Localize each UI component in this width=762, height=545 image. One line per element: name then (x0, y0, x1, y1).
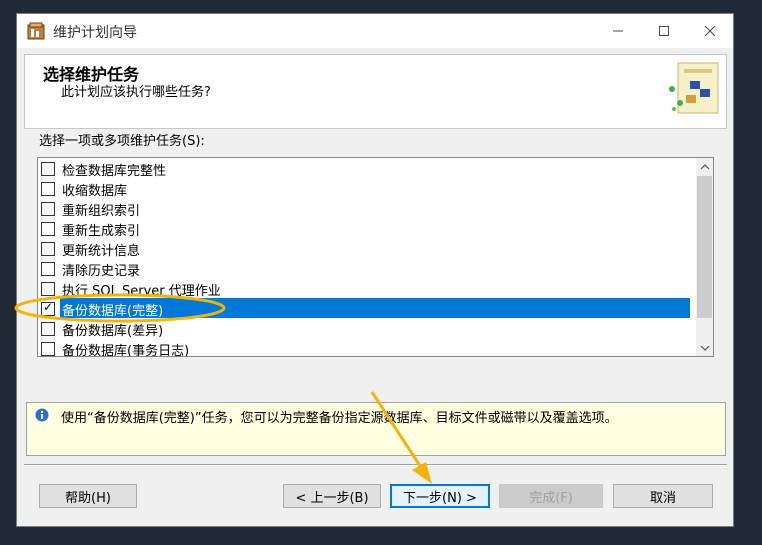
scroll-up-button[interactable] (696, 158, 713, 175)
help-button[interactable]: 帮助(H) (39, 484, 137, 508)
list-item-selected[interactable]: ✓ 备份数据库(完整) (38, 298, 690, 319)
list-item[interactable]: 执行 SQL Server 代理作业 (38, 278, 690, 299)
task-description-box: 使用“备份数据库(完整)”任务，您可以为完整备份指定源数据库、目标文件或磁带以及… (26, 402, 726, 456)
task-checkbox[interactable] (41, 162, 55, 176)
scroll-down-button[interactable] (696, 339, 713, 356)
task-checkbox[interactable] (41, 242, 55, 256)
minimize-button[interactable] (595, 14, 641, 48)
maximize-icon (659, 26, 669, 36)
list-item[interactable]: 收缩数据库 (38, 178, 690, 199)
list-item[interactable]: 备份数据库(差异) (38, 318, 690, 339)
minimize-icon (613, 30, 623, 32)
close-icon (704, 25, 716, 37)
finish-button[interactable]: 完成(F) (499, 484, 603, 508)
task-label: 备份数据库(事务日志) (62, 344, 190, 357)
task-listbox[interactable]: 检查数据库完整性 收缩数据库 重新组织索引 重新生成索引 更新统计信息 清除历史… (37, 157, 714, 357)
list-item[interactable]: 备份数据库(事务日志) (38, 338, 690, 357)
task-checkbox[interactable] (41, 182, 55, 196)
task-label: 检查数据库完整性 (62, 164, 167, 179)
page-subtitle: 此计划应该执行哪些任务? (61, 85, 211, 100)
maintenance-plan-icon (27, 22, 45, 40)
list-item[interactable]: 清除历史记录 (38, 258, 690, 279)
maximize-button[interactable] (641, 14, 687, 48)
wizard-graphic-icon (669, 62, 719, 114)
list-item[interactable]: 重新组织索引 (38, 198, 690, 219)
task-label: 备份数据库(差异) (62, 324, 164, 339)
task-label: 清除历史记录 (62, 264, 141, 279)
task-description: 使用“备份数据库(完整)”任务，您可以为完整备份指定源数据库、目标文件或磁带以及… (61, 411, 618, 426)
close-button[interactable] (687, 14, 733, 48)
task-checkbox[interactable] (41, 282, 55, 296)
list-item[interactable]: 重新生成索引 (38, 218, 690, 239)
checkmark-icon: ✓ (43, 300, 54, 314)
chevron-up-icon (700, 163, 709, 169)
task-checkbox-checked[interactable]: ✓ (41, 300, 55, 316)
task-checkbox[interactable] (41, 322, 55, 336)
title-bar: 维护计划向导 (17, 14, 733, 48)
wizard-window: 维护计划向导 选择维护任务 此计划应该执行哪些任务? 选择一项或多项维护任务(S… (16, 13, 734, 527)
task-list-label: 选择一项或多项维护任务(S): (39, 134, 205, 149)
task-checkbox[interactable] (41, 262, 55, 276)
back-button[interactable]: < 上一步(B) (283, 484, 381, 508)
task-label: 备份数据库(完整) (62, 304, 164, 319)
list-scrollbar[interactable] (696, 158, 713, 356)
list-item[interactable]: 检查数据库完整性 (38, 158, 690, 179)
chevron-down-icon (700, 345, 709, 351)
window-title: 维护计划向导 (53, 25, 137, 41)
scroll-thumb[interactable] (697, 176, 712, 318)
task-checkbox[interactable] (41, 202, 55, 216)
info-icon (35, 408, 49, 422)
divider (24, 464, 727, 466)
next-button[interactable]: 下一步(N) > (390, 484, 490, 508)
task-label: 重新组织索引 (62, 204, 141, 219)
task-label: 更新统计信息 (62, 244, 141, 259)
task-checkbox[interactable] (41, 222, 55, 236)
task-checkbox[interactable] (41, 342, 55, 356)
cancel-button[interactable]: 取消 (613, 484, 713, 508)
task-label: 收缩数据库 (62, 184, 128, 199)
task-label: 执行 SQL Server 代理作业 (62, 284, 221, 299)
task-label: 重新生成索引 (62, 224, 141, 239)
wizard-header: 选择维护任务 此计划应该执行哪些任务? (24, 54, 727, 129)
list-item[interactable]: 更新统计信息 (38, 238, 690, 259)
